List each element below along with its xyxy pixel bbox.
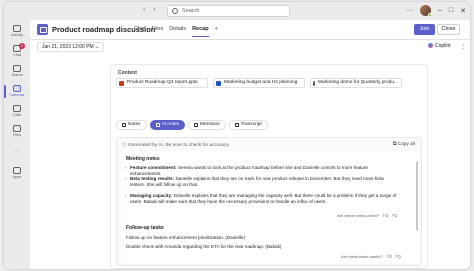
teams-window: ‹ › Search ··· – □ ✕ Activity 1 Chat Team… (4, 2, 470, 269)
transcript-icon (234, 123, 239, 127)
notes-icon (122, 123, 126, 127)
date-dropdown[interactable]: Jan 21, 2023 12:00 PM ⌄ (37, 42, 105, 52)
file-chip[interactable]: Product Roadmap Q4 report.pptx (116, 78, 208, 88)
content-heading: Content (118, 70, 137, 76)
mention-icon (194, 123, 199, 127)
tab-notes[interactable]: Notes (116, 120, 147, 130)
recording-date-row: Jan 21, 2023 12:00 PM ⌄ Copilot ⋮ (30, 40, 470, 54)
tab-transcript[interactable]: Transcript (228, 120, 268, 130)
scrollbar[interactable] (416, 161, 418, 231)
bell-icon (13, 25, 21, 32)
file-chip[interactable]: Marketing budget and H2 planning (213, 78, 305, 88)
maximize-icon[interactable]: □ (449, 7, 453, 14)
shared-files: Product Roadmap Q4 report.pptx Marketing… (116, 78, 402, 88)
video-icon (313, 80, 316, 86)
add-tab-button[interactable]: + (215, 26, 218, 37)
tab-details[interactable]: Details (169, 26, 186, 37)
list-item: › Managing capacity: Danielle explains th… (125, 193, 397, 204)
tab-files[interactable]: Files (152, 26, 164, 37)
list-item: Double check with Amanda regarding the E… (126, 244, 282, 249)
join-button[interactable]: Join (414, 24, 435, 35)
tab-recap[interactable]: Recap (192, 26, 209, 37)
chevron-right-icon[interactable]: › (125, 193, 127, 199)
recap-panel: Content Product Roadmap Q4 report.pptx M… (110, 64, 428, 269)
powerpoint-icon (119, 80, 124, 86)
copy-all-button[interactable]: ⧉ Copy all (393, 141, 415, 147)
notes-content: Meeting notes › Feature commitment: Seren… (121, 151, 419, 264)
more-options-icon[interactable]: ⋮ (460, 43, 466, 50)
tab-mentions[interactable]: Mentions (188, 120, 226, 130)
main-content: Product roadmap discussion Chat Files De… (30, 20, 470, 269)
copilot-button[interactable]: Copilot (428, 43, 451, 49)
rail-item-apps[interactable]: Apps (4, 164, 30, 184)
thumbs-up-icon[interactable]: 👍︎ (387, 254, 392, 260)
close-window-icon[interactable]: ✕ (460, 7, 466, 15)
more-options-icon[interactable]: ··· (406, 7, 413, 14)
sparkle-icon (155, 123, 160, 127)
back-forward-icon[interactable]: ‹ › (143, 6, 159, 13)
followup-heading: Follow-up tasks (126, 225, 164, 231)
search-placeholder: Search (182, 8, 200, 14)
ai-notes-box: ⓘ Generated by AI. Be sure to check for … (116, 137, 422, 266)
calendar-icon (13, 85, 21, 92)
rail-item-calendar[interactable]: Calendar (4, 82, 30, 102)
close-button[interactable]: Close (437, 24, 460, 35)
chevron-right-icon[interactable]: › (125, 176, 127, 182)
rail-item-calls[interactable]: Calls (4, 102, 30, 122)
ai-disclaimer: ⓘ Generated by AI. Be sure to check for … (122, 143, 230, 148)
avatar[interactable] (419, 5, 432, 17)
thumbs-down-icon[interactable]: 👎︎ (392, 213, 397, 219)
search-icon (172, 8, 178, 14)
tab-chat[interactable]: Chat (134, 26, 146, 37)
rail-item-activity[interactable]: Activity (4, 22, 30, 42)
thumbs-down-icon[interactable]: 👎︎ (396, 254, 401, 260)
meeting-icon (37, 24, 48, 35)
apps-icon (13, 167, 21, 174)
rail-item-teams[interactable]: Teams (4, 62, 30, 82)
meeting-header: Product roadmap discussion Chat Files De… (30, 20, 470, 40)
search-input[interactable]: Search (167, 5, 290, 17)
phone-icon (13, 105, 21, 112)
meeting-notes-heading: Meeting notes (126, 156, 160, 162)
notes-feedback: Are these notes useful? 👍︎ 👎︎ (337, 213, 398, 219)
app-rail: Activity 1 Chat Teams Calendar Calls File… (4, 20, 30, 269)
list-item: Follow up on feature enhancement priorit… (126, 235, 245, 240)
list-item: › Beta testing results: Danielle explains… (125, 176, 384, 187)
title-bar-controls: ··· – □ ✕ (406, 5, 466, 17)
rail-item-files[interactable]: Files (4, 122, 30, 142)
rail-item-chat[interactable]: 1 Chat (4, 42, 30, 62)
title-bar: ‹ › Search ··· – □ ✕ (4, 2, 470, 20)
file-icon (13, 125, 21, 132)
meeting-tabs: Chat Files Details Recap + (134, 26, 218, 37)
minimize-icon[interactable]: – (438, 7, 442, 14)
chevron-right-icon[interactable]: › (125, 165, 127, 171)
presence-status-icon (427, 13, 432, 17)
file-chip[interactable]: Marketing demo for Quarterly produ... (310, 78, 402, 88)
thumbs-up-icon[interactable]: 👍︎ (383, 213, 388, 219)
recap-view-tabs: Notes AI notes Mentions Transcript (116, 120, 268, 130)
tasks-feedback: Are these tasks useful? 👍︎ 👎︎ (341, 254, 401, 260)
loop-icon (216, 80, 221, 86)
teams-icon (13, 65, 21, 72)
unread-badge: 1 (19, 43, 25, 49)
tab-ai-notes[interactable]: AI notes (149, 120, 186, 130)
